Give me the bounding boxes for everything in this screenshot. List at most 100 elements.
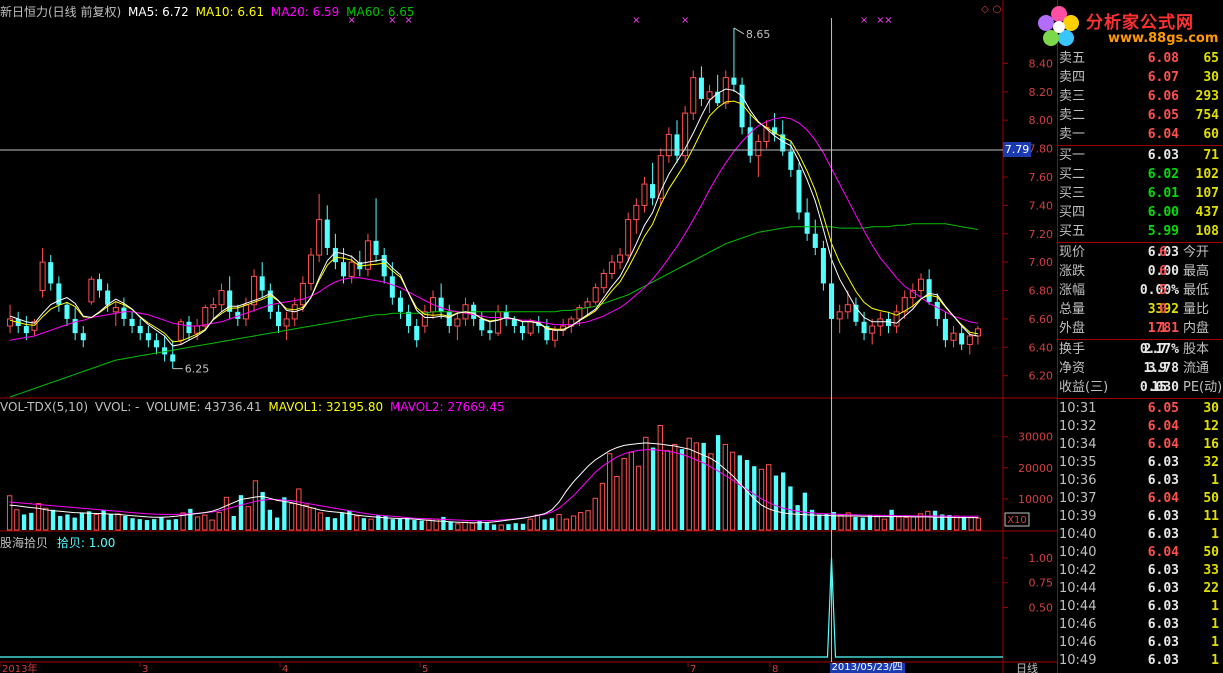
event-marker-icon: ×: [884, 15, 892, 26]
candle-body-down: [153, 340, 159, 348]
candle-body-down: [414, 326, 420, 341]
quote-label: 现价: [1059, 245, 1086, 260]
volume-bar-down: [744, 460, 750, 530]
volume-bar-up: [93, 513, 100, 531]
volume-bar-up: [209, 519, 215, 531]
volume-bar-down: [412, 520, 417, 530]
candle-body-up: [633, 204, 640, 221]
volume-bar-down: [795, 505, 800, 530]
volume-bar-up: [563, 518, 569, 531]
volume-bar-down: [491, 524, 497, 530]
ask-volume: 754: [1195, 108, 1219, 123]
volume-bar-down: [477, 520, 482, 530]
candle-body-up: [202, 307, 209, 327]
fundamental-label: 收益(三): [1059, 380, 1109, 395]
candle-body-down: [275, 311, 281, 327]
tick-time: 10:35: [1059, 455, 1097, 470]
volume-bar-down: [824, 513, 829, 530]
indicator-header: 股海拾贝 拾贝: 1.00: [0, 534, 115, 551]
site-logo: 分析家公式网 www.88gs.com: [1030, 0, 1223, 52]
volume-bar-down: [802, 492, 808, 530]
quote-label-2: 最低: [1183, 283, 1210, 298]
candle-body-up: [755, 140, 762, 157]
volume-bar-up: [527, 518, 533, 531]
candle-body-down: [519, 326, 525, 334]
fundamental-value-2: 15: [1151, 380, 1167, 395]
quote-value-2: 1: [1159, 321, 1167, 336]
volume-bar-down: [961, 516, 967, 530]
candle-body-down: [397, 297, 403, 312]
tick-volume: 1: [1211, 617, 1219, 632]
volume-bar-down: [325, 516, 330, 530]
candle-body-up: [242, 304, 249, 320]
volume-bar-down: [108, 514, 113, 530]
y-tick-label: 7.40: [1029, 199, 1054, 212]
tick-volume: 1: [1211, 599, 1219, 614]
ask-label: 卖三: [1059, 89, 1086, 104]
volume-bar-up: [303, 504, 309, 531]
candle-body-down: [129, 318, 135, 327]
volume-bar-up: [194, 516, 201, 531]
quote-value: 0.00: [1147, 264, 1179, 279]
tick-time: 10:46: [1059, 617, 1097, 632]
mavol1-label: MAVOL1: 32195.80: [268, 400, 384, 414]
tick-time: 10:44: [1059, 599, 1097, 614]
tick-time: 10:31: [1059, 401, 1097, 416]
vol-tick-label: 30000: [1018, 431, 1053, 444]
volume-bar-up: [910, 516, 916, 531]
ind-tick-label: 1.00: [1029, 552, 1054, 565]
tick-time: 10:44: [1059, 581, 1097, 596]
fundamental-label: 换手: [1059, 342, 1086, 357]
volume-bar-up: [310, 507, 316, 531]
chart-canvas[interactable]: 6.20 6.40 6.60 6.80 7.00 7.20 7.40 7.60 7.80 8.00…: [0, 0, 1057, 673]
volume-bar-up: [599, 482, 606, 531]
y-tick-label: 6.20: [1029, 370, 1054, 383]
quote-value-2: 0: [1159, 302, 1167, 317]
quote-value: 6.03: [1147, 245, 1179, 260]
candle-body-down: [812, 233, 818, 248]
x-tick-label: 5: [422, 664, 428, 673]
candle-body-up: [454, 318, 461, 327]
candle-body-down: [674, 134, 680, 156]
volume-bar-down: [340, 512, 345, 530]
volume-bar-up: [874, 515, 880, 531]
mavol2-line: [9, 449, 979, 522]
volume-bar-up: [426, 519, 432, 531]
volume-bar-down: [274, 517, 280, 530]
quote-value-2: 5: [1159, 283, 1167, 298]
candle-body-down: [64, 304, 70, 319]
ma10-label: MA10: 6.61: [195, 5, 265, 19]
candle-body-up: [617, 254, 624, 263]
quote-label-2: 最高: [1183, 264, 1210, 279]
candle-body-down: [170, 354, 176, 362]
volume-bar-up: [43, 507, 49, 531]
volume-bar-up: [296, 488, 302, 531]
volume-bar-up: [686, 437, 692, 531]
volume-bar-up: [628, 451, 635, 531]
volume-bar-down: [788, 486, 793, 530]
volume-bar-down: [542, 519, 547, 530]
candle-body-up: [641, 183, 648, 206]
volume-bar-down: [188, 508, 193, 530]
cursor-price-tag: 7.79: [1003, 142, 1031, 157]
y-tick-label: 6.40: [1029, 341, 1054, 354]
tick-volume: 16: [1203, 437, 1219, 452]
volume-bar-down: [860, 517, 865, 530]
volume-bar-up: [657, 424, 663, 531]
ask-volume: 60: [1203, 127, 1219, 142]
quote-label: 涨幅: [1059, 283, 1086, 298]
volume-bar-up: [35, 503, 42, 531]
volume-bar-down: [231, 516, 236, 530]
tick-volume: 11: [1203, 509, 1219, 524]
volume-bar-down: [448, 521, 453, 530]
ma5-label: MA5: 6.72: [128, 5, 189, 19]
candle-body-down: [406, 311, 412, 327]
candle-body-down: [446, 311, 452, 327]
main-chart-header: 新日恒力(日线 前复权) MA5: 6.72 MA10: 6.61 MA20: …: [0, 3, 415, 20]
volume-bar-up: [607, 453, 613, 531]
logo-url[interactable]: www.88gs.com: [1108, 31, 1218, 46]
x-tick-label: 8: [772, 664, 778, 673]
volume-bar-up: [903, 517, 909, 531]
candle-body-down: [80, 333, 86, 341]
candle-body-up: [763, 126, 770, 142]
